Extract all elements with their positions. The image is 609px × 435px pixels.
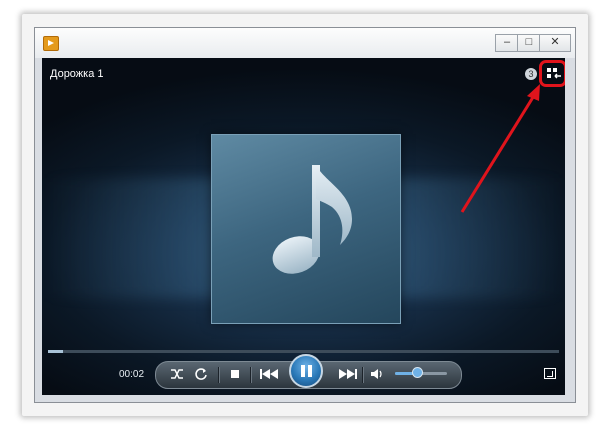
media-player-icon <box>43 36 59 51</box>
previous-button[interactable] <box>259 368 279 383</box>
next-icon <box>339 369 357 379</box>
music-note-icon <box>272 165 352 274</box>
repeat-icon <box>195 368 207 380</box>
speaker-icon <box>371 369 382 379</box>
fullscreen-button[interactable] <box>544 368 556 379</box>
media-player-window: – □ ✕ Дорожка 1 3 00:02 <box>34 27 576 403</box>
seek-bar[interactable] <box>48 350 559 353</box>
switch-to-library-icon <box>547 68 561 79</box>
seek-progress <box>48 350 64 353</box>
next-button[interactable] <box>338 368 358 383</box>
now-playing-area[interactable]: Дорожка 1 3 00:02 <box>42 58 565 395</box>
minimize-button[interactable]: – <box>495 34 519 52</box>
stop-button[interactable] <box>229 368 241 383</box>
shuffle-button[interactable] <box>170 367 184 384</box>
title-bar[interactable]: – □ ✕ <box>35 28 575 58</box>
elapsed-time: 00:02 <box>119 369 145 380</box>
stop-icon <box>231 370 239 378</box>
track-title: Дорожка 1 <box>50 68 104 80</box>
pause-button[interactable] <box>289 354 323 388</box>
shuffle-icon <box>171 369 183 379</box>
info-icon[interactable]: 3 <box>525 68 537 80</box>
previous-icon <box>260 369 278 379</box>
separator <box>250 367 252 383</box>
maximize-button[interactable]: □ <box>517 34 541 52</box>
separator <box>362 367 364 383</box>
switch-to-library-button[interactable] <box>539 60 565 87</box>
close-button[interactable]: ✕ <box>539 34 571 52</box>
separator <box>218 367 220 383</box>
album-art <box>211 134 401 324</box>
repeat-button[interactable] <box>194 367 208 384</box>
mute-button[interactable] <box>370 368 384 383</box>
volume-thumb[interactable] <box>411 367 423 378</box>
